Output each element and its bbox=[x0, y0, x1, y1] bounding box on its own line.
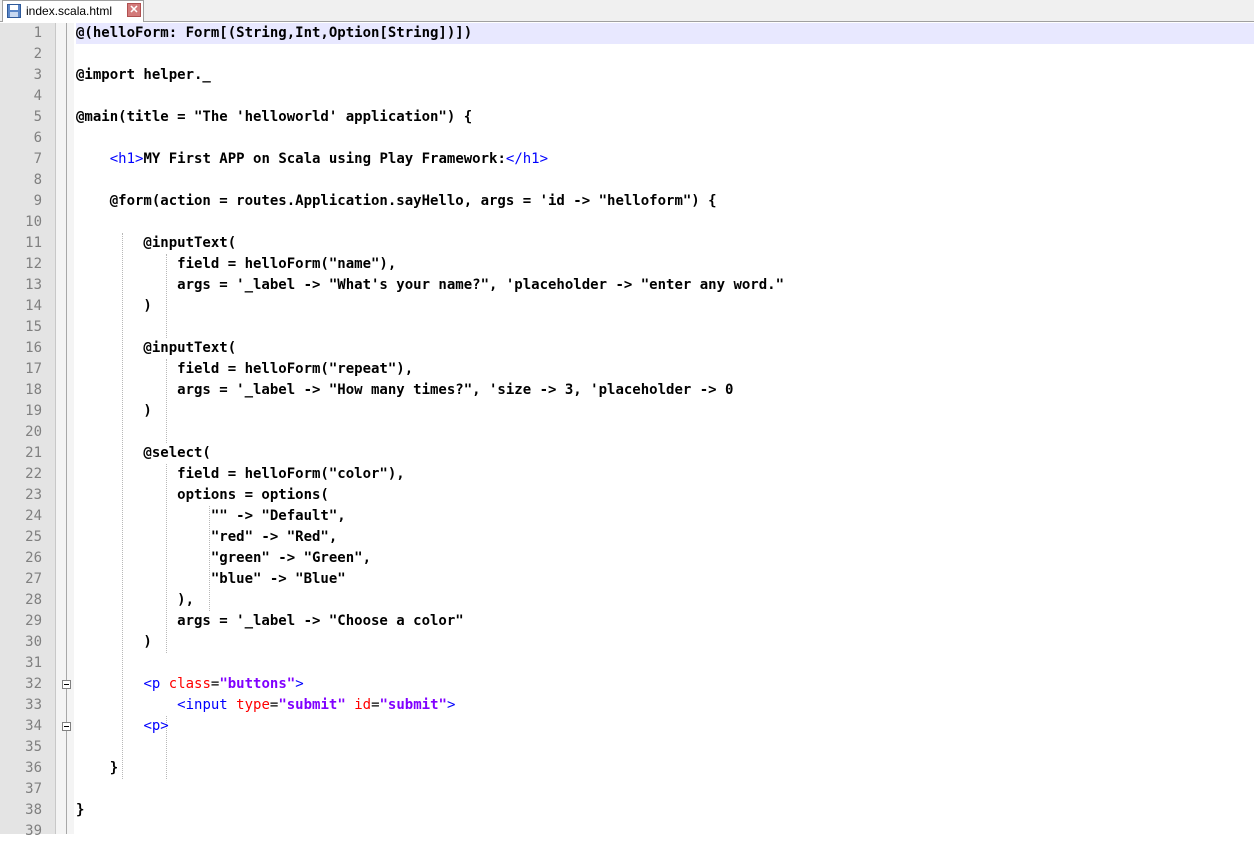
line-number: 10 bbox=[25, 214, 42, 230]
line-number: 27 bbox=[25, 571, 42, 587]
line-number: 4 bbox=[33, 88, 42, 104]
line-number: 20 bbox=[25, 424, 42, 440]
code-line[interactable] bbox=[76, 422, 1254, 443]
code-line[interactable]: "" -> "Default", bbox=[76, 506, 1254, 527]
line-number: 5 bbox=[33, 109, 42, 125]
code-line[interactable] bbox=[76, 653, 1254, 674]
save-disk-icon bbox=[7, 4, 21, 18]
code-line[interactable]: } bbox=[76, 758, 1254, 779]
code-line[interactable]: <p> bbox=[76, 716, 1254, 737]
code-line[interactable]: args = '_label -> "How many times?", 'si… bbox=[76, 380, 1254, 401]
code-line[interactable]: ), bbox=[76, 590, 1254, 611]
code-line[interactable]: field = helloForm("repeat"), bbox=[76, 359, 1254, 380]
fold-minus-icon[interactable] bbox=[62, 722, 71, 731]
line-number: 22 bbox=[25, 466, 42, 482]
code-line[interactable] bbox=[76, 128, 1254, 149]
line-numbers: 1 2 3 4 5 6 7 8 9 10 11 12 13 14 15 16 17 18 19 20 21 22 23 24 2… bbox=[0, 23, 42, 842]
line-number: 25 bbox=[25, 529, 42, 545]
code-line[interactable]: "blue" -> "Blue" bbox=[76, 569, 1254, 590]
code-line[interactable]: @inputText( bbox=[76, 233, 1254, 254]
code-line[interactable]: "red" -> "Red", bbox=[76, 527, 1254, 548]
code-line[interactable] bbox=[76, 779, 1254, 800]
line-number: 28 bbox=[25, 592, 42, 608]
line-number: 15 bbox=[25, 319, 42, 335]
tab-index-scala-html[interactable]: index.scala.html ✕ bbox=[2, 0, 144, 22]
fold-guide-line bbox=[66, 23, 67, 834]
line-number: 7 bbox=[33, 151, 42, 167]
line-number: 32 bbox=[25, 676, 42, 692]
code-line[interactable] bbox=[76, 821, 1254, 842]
fold-margin bbox=[56, 23, 74, 834]
tab-label: index.scala.html bbox=[26, 4, 113, 18]
line-number: 30 bbox=[25, 634, 42, 650]
line-number: 6 bbox=[33, 130, 42, 146]
line-number: 14 bbox=[25, 298, 42, 314]
code-line[interactable]: ) bbox=[76, 401, 1254, 422]
line-number: 38 bbox=[25, 802, 42, 818]
close-tab-icon[interactable]: ✕ bbox=[127, 3, 141, 17]
line-number: 3 bbox=[33, 67, 42, 83]
line-number: 24 bbox=[25, 508, 42, 524]
code-line[interactable] bbox=[76, 737, 1254, 758]
line-number: 11 bbox=[25, 235, 42, 251]
line-number: 9 bbox=[33, 193, 42, 209]
code-line[interactable]: <h1>MY First APP on Scala using Play Fra… bbox=[76, 149, 1254, 170]
line-number: 34 bbox=[25, 718, 42, 734]
code-line[interactable]: @main(title = "The 'helloworld' applicat… bbox=[76, 107, 1254, 128]
line-number: 12 bbox=[25, 256, 42, 272]
code-line[interactable]: args = '_label -> "Choose a color" bbox=[76, 611, 1254, 632]
code-line[interactable]: field = helloForm("name"), bbox=[76, 254, 1254, 275]
code-line[interactable]: <input type="submit" id="submit"> bbox=[76, 695, 1254, 716]
line-number: 16 bbox=[25, 340, 42, 356]
code-area[interactable]: @(helloForm: Form[(String,Int,Option[Str… bbox=[76, 23, 1254, 842]
line-number: 29 bbox=[25, 613, 42, 629]
code-line[interactable]: ) bbox=[76, 632, 1254, 653]
line-number: 13 bbox=[25, 277, 42, 293]
line-number: 31 bbox=[25, 655, 42, 671]
code-line[interactable]: options = options( bbox=[76, 485, 1254, 506]
code-line[interactable]: @inputText( bbox=[76, 338, 1254, 359]
line-number: 35 bbox=[25, 739, 42, 755]
line-number: 8 bbox=[33, 172, 42, 188]
code-line[interactable] bbox=[76, 317, 1254, 338]
code-line[interactable]: } bbox=[76, 800, 1254, 821]
line-number: 17 bbox=[25, 361, 42, 377]
code-line[interactable]: @form(action = routes.Application.sayHel… bbox=[76, 191, 1254, 212]
line-number: 37 bbox=[25, 781, 42, 797]
code-line[interactable] bbox=[76, 44, 1254, 65]
line-number: 23 bbox=[25, 487, 42, 503]
code-line[interactable] bbox=[76, 86, 1254, 107]
line-number: 18 bbox=[25, 382, 42, 398]
code-line[interactable] bbox=[76, 212, 1254, 233]
code-line[interactable]: field = helloForm("color"), bbox=[76, 464, 1254, 485]
line-number: 26 bbox=[25, 550, 42, 566]
fold-minus-icon[interactable] bbox=[62, 680, 71, 689]
code-line[interactable]: @(helloForm: Form[(String,Int,Option[Str… bbox=[76, 23, 1254, 44]
code-line[interactable]: ) bbox=[76, 296, 1254, 317]
line-number: 2 bbox=[33, 46, 42, 62]
line-number: 21 bbox=[25, 445, 42, 461]
line-number: 19 bbox=[25, 403, 42, 419]
line-number: 33 bbox=[25, 697, 42, 713]
code-line[interactable]: @import helper._ bbox=[76, 65, 1254, 86]
code-line[interactable]: @select( bbox=[76, 443, 1254, 464]
code-line[interactable]: "green" -> "Green", bbox=[76, 548, 1254, 569]
code-line[interactable]: <p class="buttons"> bbox=[76, 674, 1254, 695]
code-line[interactable] bbox=[76, 170, 1254, 191]
tab-bar: index.scala.html ✕ bbox=[0, 0, 1254, 22]
code-editor[interactable]: 1 2 3 4 5 6 7 8 9 10 11 12 13 14 15 16 17 18 19 20 21 22 23 24 2… bbox=[0, 23, 1254, 839]
line-number: 39 bbox=[25, 823, 42, 839]
code-line[interactable]: args = '_label -> "What's your name?", '… bbox=[76, 275, 1254, 296]
line-number: 1 bbox=[33, 25, 42, 41]
line-number: 36 bbox=[25, 760, 42, 776]
